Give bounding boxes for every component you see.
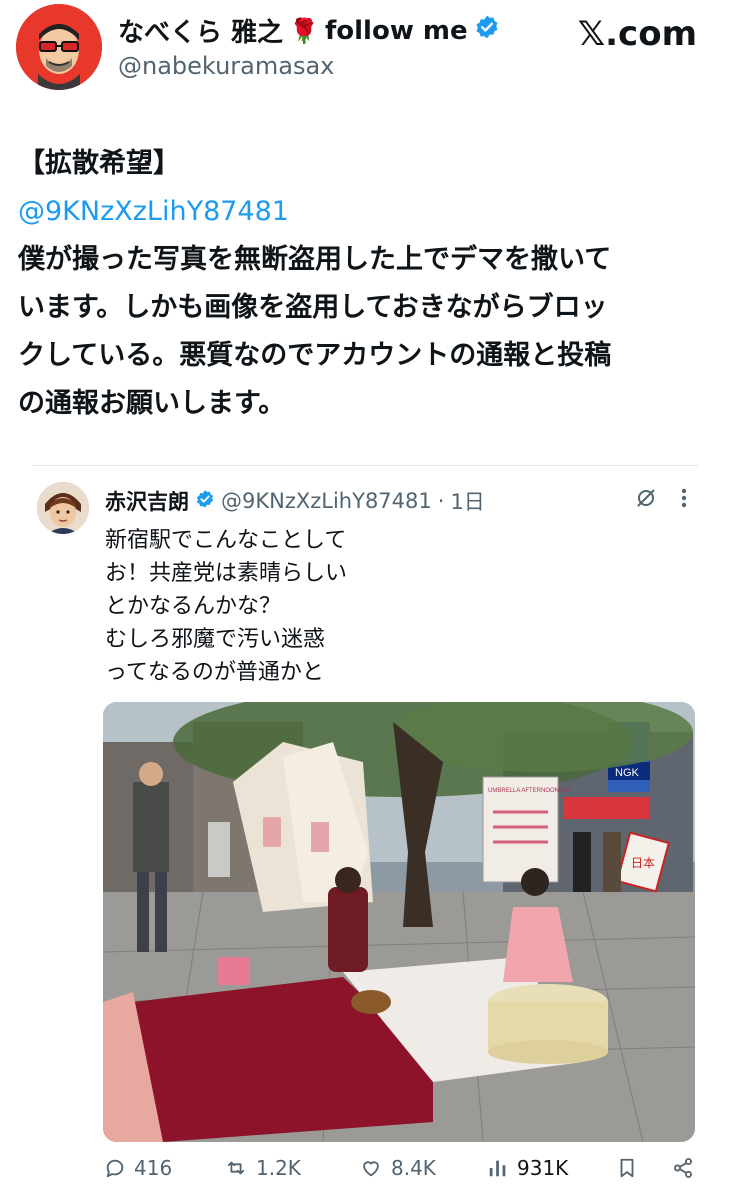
- post-line: います。しかも画像を盗用しておきながらブロッ: [18, 292, 608, 323]
- street-scene-photo: NGK UMBRELLA AFTERNOON TEA 日本: [103, 702, 695, 1142]
- post-text: 【拡散希望】 @9KNzXzLihY87481 僕が撮った写真を無断盗用した上で…: [18, 140, 718, 428]
- quoted-author-name[interactable]: 赤沢吉朗: [105, 486, 189, 516]
- repost-count: 1.2K: [256, 1156, 301, 1180]
- quoted-line: お！共産党は素晴らしい: [105, 561, 348, 586]
- like-button[interactable]: 8.4K: [359, 1156, 487, 1180]
- x-logo: 𝕏.com: [577, 14, 697, 54]
- share-icon: [672, 1157, 694, 1179]
- quoted-avatar-illustration: [37, 482, 89, 534]
- reply-count: 416: [134, 1156, 173, 1180]
- post-line: の通報お願いします。: [18, 388, 286, 419]
- bookmark-icon: [617, 1157, 637, 1179]
- repost-button[interactable]: 1.2K: [224, 1156, 359, 1180]
- author-name-row[interactable]: なべくら 雅之 🌹 follow me: [118, 12, 500, 49]
- action-bar: 416 1.2K 8.4K 931K: [104, 1156, 704, 1180]
- post-line: 【拡散希望】: [18, 148, 180, 179]
- views-icon: [487, 1157, 509, 1179]
- sign-ngk: NGK: [615, 767, 640, 779]
- author-name[interactable]: なべくら 雅之: [118, 12, 283, 49]
- verified-badge-icon: [474, 14, 500, 47]
- post-mention-link[interactable]: @9KNzXzLihY87481: [18, 188, 718, 236]
- author-handle[interactable]: @nabekuramasax: [118, 52, 334, 80]
- quoted-line: むしろ邪魔で汚い迷惑: [105, 627, 326, 652]
- reply-icon: [104, 1157, 126, 1179]
- quoted-timestamp[interactable]: 1日: [450, 486, 484, 516]
- author-avatar[interactable]: [16, 4, 102, 90]
- sign-japan: 日本: [631, 856, 655, 870]
- quoted-author-handle[interactable]: @9KNzXzLihY87481: [221, 489, 432, 513]
- grok-icon[interactable]: [634, 486, 658, 514]
- sign-umbrella: UMBRELLA AFTERNOON TEA: [488, 788, 572, 794]
- author-suffix[interactable]: follow me: [325, 16, 468, 46]
- avatar-illustration: [16, 4, 102, 90]
- quoted-line: ってなるのが普通かと: [105, 660, 324, 685]
- verified-badge-icon: [195, 489, 215, 514]
- more-options-icon[interactable]: [680, 487, 688, 513]
- quoted-photo[interactable]: NGK UMBRELLA AFTERNOON TEA 日本: [103, 702, 695, 1142]
- quoted-text: 新宿駅でこんなことして お！共産党は素晴らしい とかなるんかな？ むしろ邪魔で汚…: [105, 524, 347, 689]
- reply-button[interactable]: 416: [104, 1156, 224, 1180]
- quoted-line: 新宿駅でこんなことして: [105, 528, 347, 553]
- views-button[interactable]: 931K: [487, 1156, 617, 1180]
- views-count: 931K: [517, 1156, 569, 1180]
- quoted-tools: [634, 486, 688, 514]
- post-line: クしている。悪質なのでアカウントの通報と投稿: [18, 340, 612, 371]
- share-button[interactable]: [672, 1157, 694, 1179]
- quoted-tweet[interactable]: 赤沢吉朗 @9KNzXzLihY87481 · 1日 新宿駅でこんなことして お…: [32, 465, 698, 1165]
- quoted-author-avatar[interactable]: [37, 482, 89, 534]
- quoted-header: 赤沢吉朗 @9KNzXzLihY87481 · 1日: [105, 486, 485, 516]
- rose-emoji: 🌹: [289, 16, 319, 45]
- meta-separator: ·: [437, 489, 445, 513]
- quoted-line: とかなるんかな？: [105, 594, 282, 619]
- repost-icon: [224, 1157, 248, 1179]
- heart-icon: [359, 1157, 383, 1179]
- like-count: 8.4K: [391, 1156, 436, 1180]
- bookmark-button[interactable]: [617, 1157, 672, 1179]
- post-line: 僕が撮った写真を無断盗用した上でデマを撒いて: [18, 244, 612, 275]
